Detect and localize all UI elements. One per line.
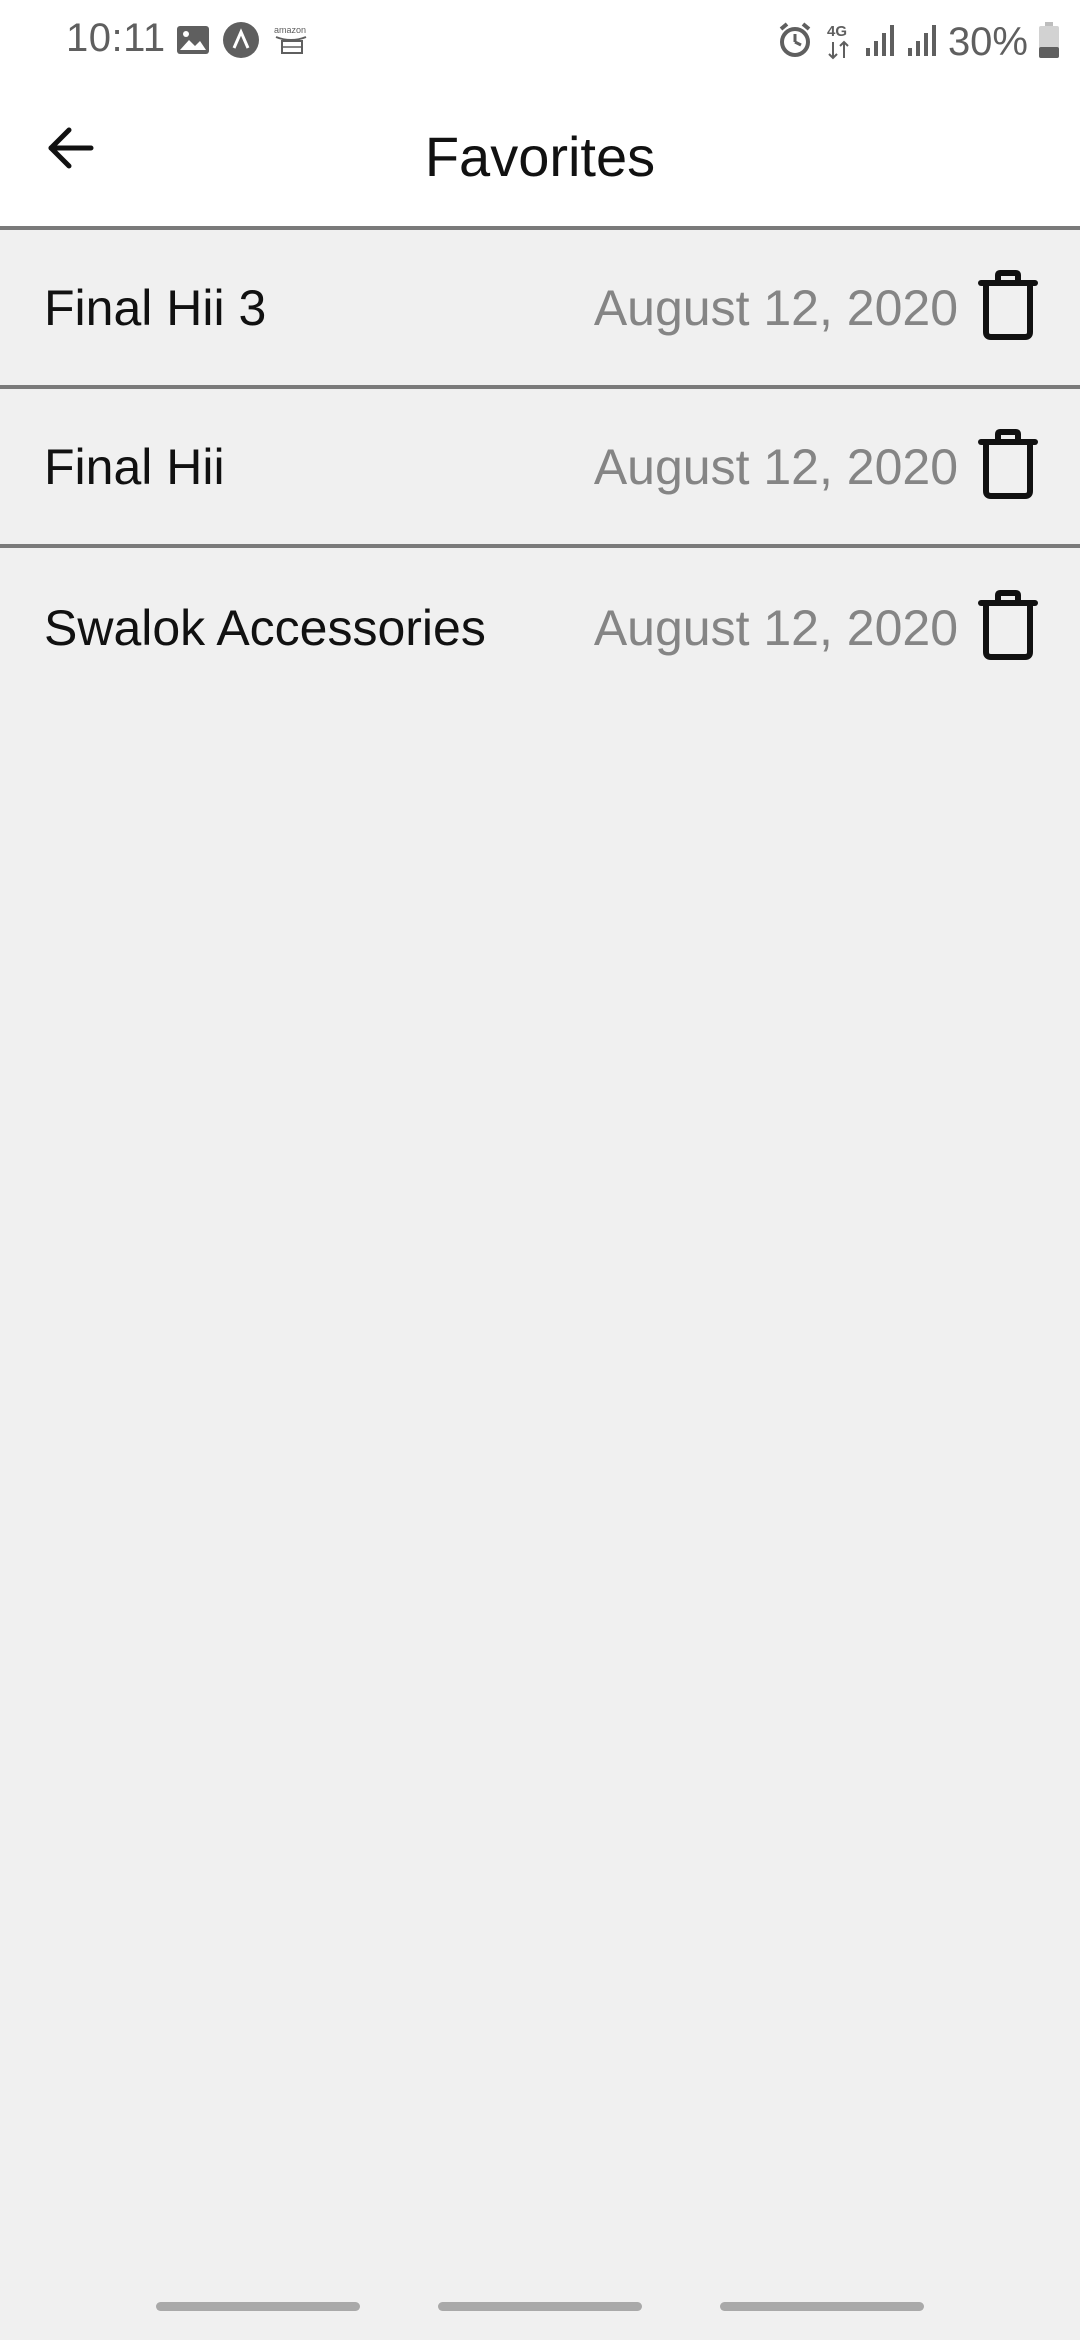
- battery-percent: 30%: [947, 19, 1028, 64]
- trash-icon: [977, 589, 1039, 666]
- image-icon: [176, 25, 210, 60]
- favorite-item[interactable]: Swalok Accessories August 12, 2020: [0, 548, 1080, 707]
- trash-icon: [977, 428, 1039, 505]
- network-label: 4G: [827, 23, 847, 40]
- app-circle-icon: [222, 21, 260, 64]
- favorite-name: Final Hii: [44, 438, 225, 495]
- nav-home-handle[interactable]: [438, 2302, 642, 2311]
- battery-icon: [1038, 21, 1060, 64]
- status-time: 10:11: [66, 16, 166, 60]
- favorite-name: Swalok Accessories: [44, 599, 486, 656]
- alarm-icon: [776, 21, 814, 64]
- favorite-item[interactable]: Final Hii August 12, 2020: [0, 389, 1080, 548]
- favorite-date: August 12, 2020: [593, 599, 958, 656]
- status-bar: 10:11 amazon 4G 30%: [0, 0, 1080, 84]
- favorite-item[interactable]: Final Hii 3 August 12, 2020: [0, 230, 1080, 389]
- nav-recents-handle[interactable]: [156, 2302, 360, 2311]
- svg-text:amazon: amazon: [274, 25, 306, 35]
- favorite-name: Final Hii 3: [44, 279, 267, 336]
- favorite-date: August 12, 2020: [593, 438, 958, 495]
- delete-button[interactable]: [970, 584, 1046, 672]
- delete-button[interactable]: [970, 264, 1046, 352]
- trash-icon: [977, 269, 1039, 346]
- page-title: Favorites: [424, 125, 656, 188]
- network-4g-icon: 4G: [824, 20, 854, 65]
- gesture-nav-bar: [0, 2280, 1080, 2340]
- signal-icon: [864, 22, 896, 63]
- favorite-date: August 12, 2020: [593, 279, 958, 336]
- amazon-icon: amazon: [272, 23, 310, 62]
- delete-button[interactable]: [970, 423, 1046, 511]
- status-system-icons: 4G 30%: [776, 16, 1060, 68]
- status-notification-icons: amazon: [176, 20, 310, 64]
- favorites-list: Final Hii 3 August 12, 2020 Final Hii Au…: [0, 230, 1080, 707]
- nav-back-handle[interactable]: [720, 2302, 924, 2311]
- signal-icon: [906, 22, 938, 63]
- app-bar: Favorites: [0, 84, 1080, 230]
